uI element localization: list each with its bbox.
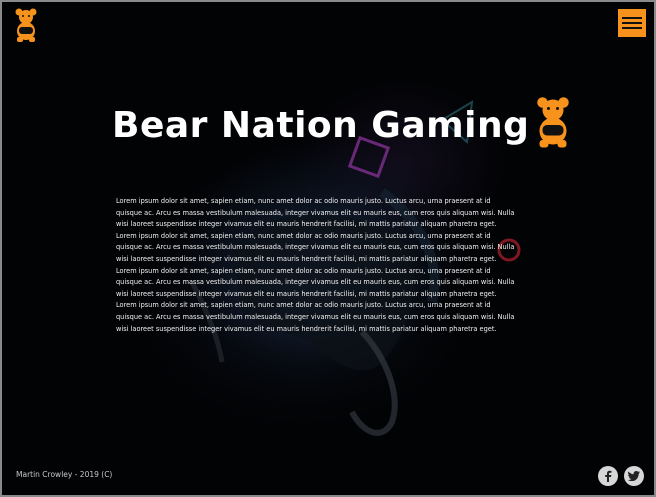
content-paragraph: Lorem ipsum dolor sit amet, sapien etiam… xyxy=(116,197,515,229)
twitter-icon xyxy=(628,471,640,481)
content-paragraph: Lorem ipsum dolor sit amet, sapien etiam… xyxy=(116,266,515,298)
content-paragraph: Lorem ipsum dolor sit amet, sapien etiam… xyxy=(116,231,515,263)
twitter-button[interactable] xyxy=(624,466,644,486)
bear-gamepad-icon xyxy=(537,97,570,148)
site-logo[interactable] xyxy=(14,7,38,43)
content-paragraph: Lorem ipsum dolor sit amet, sapien etiam… xyxy=(116,301,515,333)
facebook-icon xyxy=(605,470,612,482)
hero-title-row: Bear Nation Gaming xyxy=(112,90,571,160)
facebook-button[interactable] xyxy=(598,466,618,486)
footer-credit: Martin Crowley - 2019 (C) xyxy=(16,470,113,479)
page-frame: Bear Nation Gaming Lorem ipsum dolor sit… xyxy=(0,0,656,497)
menu-bar xyxy=(622,22,642,24)
menu-bar xyxy=(622,17,642,19)
main-content: Lorem ipsum dolor sit amet, sapien etiam… xyxy=(116,196,518,335)
menu-bar xyxy=(622,27,642,29)
page-title: Bear Nation Gaming xyxy=(112,104,530,146)
hamburger-menu-button[interactable] xyxy=(618,9,646,37)
